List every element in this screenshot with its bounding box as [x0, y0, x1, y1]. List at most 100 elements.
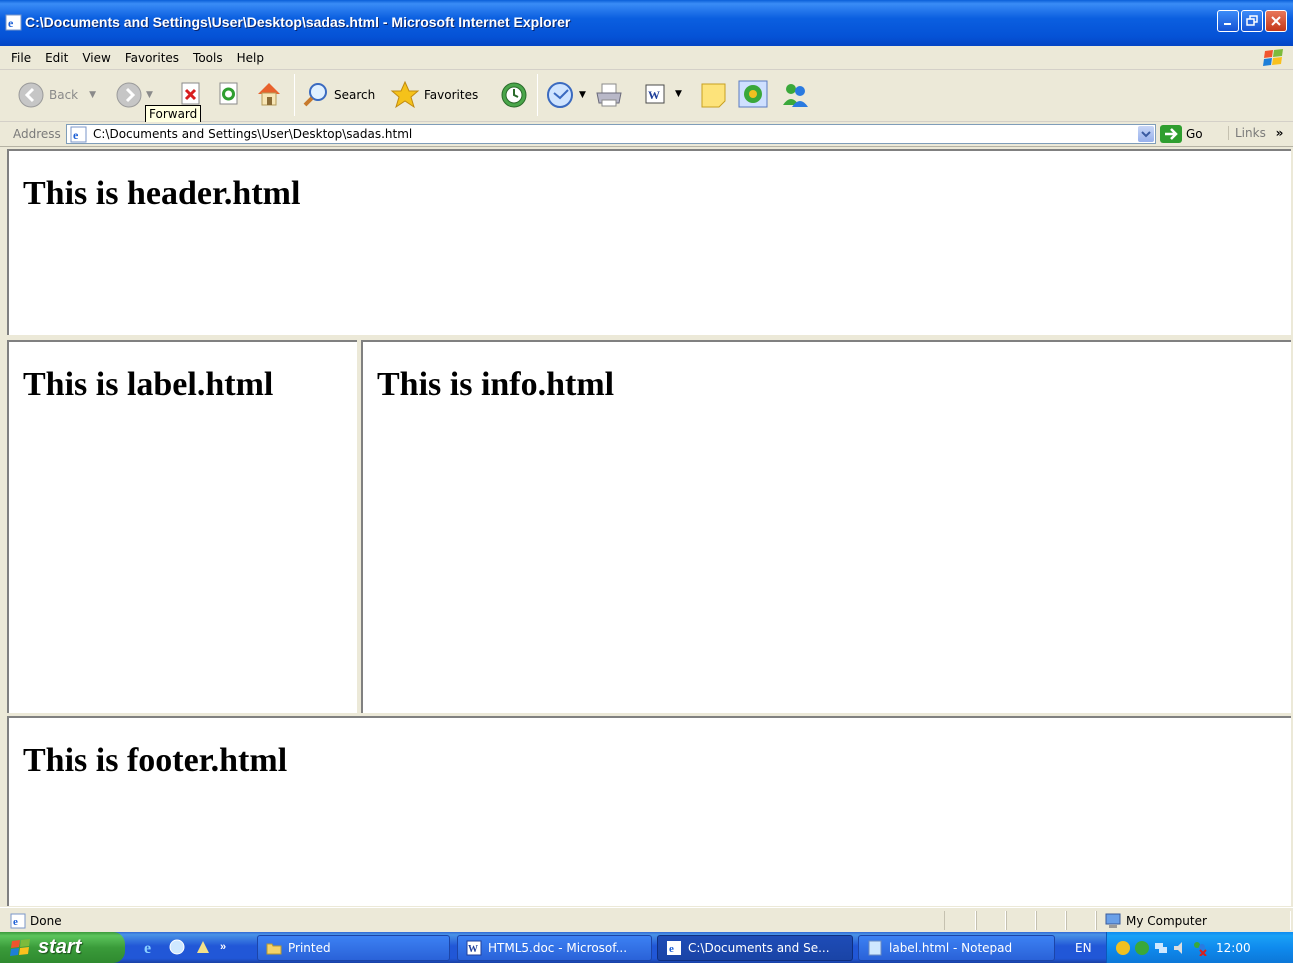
word-edit-icon: W [645, 84, 665, 104]
close-icon [1271, 16, 1281, 26]
back-label: Back [49, 88, 79, 102]
task-notepad[interactable]: label.html - Notepad [858, 935, 1055, 961]
start-button[interactable]: start [0, 932, 125, 963]
menu-file[interactable]: File [4, 51, 38, 65]
page-icon: e [70, 126, 87, 143]
footer-frame: This is footer.html [7, 716, 1291, 906]
go-label: Go [1186, 127, 1203, 141]
start-label: start [38, 936, 82, 958]
menu-view[interactable]: View [75, 51, 117, 65]
restore-button[interactable] [1241, 10, 1263, 32]
restore-icon [1246, 15, 1258, 26]
svg-text:e: e [144, 940, 151, 956]
address-input[interactable] [93, 127, 1133, 141]
task-label: C:\Documents and Se... [688, 941, 830, 955]
header-heading: This is header.html [23, 175, 301, 212]
app-quicklaunch-icon[interactable] [194, 938, 212, 956]
clock[interactable]: 12:00 [1216, 941, 1251, 955]
window-title: C:\Documents and Settings\User\Desktop\s… [25, 14, 571, 30]
messenger-icon[interactable] [780, 81, 810, 109]
ie-task-icon: e [667, 941, 681, 955]
refresh-icon[interactable] [218, 82, 240, 106]
task-label: label.html - Notepad [889, 941, 1013, 955]
svg-text:W: W [648, 88, 660, 102]
status-pane [1066, 911, 1096, 930]
address-label: Address [13, 127, 61, 141]
menu-tools[interactable]: Tools [186, 51, 230, 65]
messenger-tray-icon[interactable] [1191, 940, 1207, 956]
minimize-icon [1224, 23, 1231, 25]
frameset: This is header.html This is label.html T… [0, 147, 1293, 906]
task-printed[interactable]: Printed [257, 935, 450, 961]
menu-help[interactable]: Help [230, 51, 271, 65]
menu-favorites[interactable]: Favorites [118, 51, 186, 65]
favorites-label: Favorites [424, 88, 479, 102]
status-text: Done [30, 914, 62, 928]
mail-icon [547, 82, 573, 108]
label-frame: This is label.html [7, 340, 357, 713]
minimize-button[interactable] [1217, 10, 1239, 32]
forward-arrow-icon [116, 82, 142, 108]
network-icon[interactable] [1153, 940, 1169, 956]
links-label: Links [1235, 126, 1266, 140]
security-zone[interactable]: My Computer [1104, 913, 1207, 929]
stop-icon[interactable] [180, 82, 202, 106]
ie-quicklaunch-icon[interactable]: e [142, 938, 160, 956]
toolbar-separator [537, 74, 538, 116]
header-frame: This is header.html [7, 149, 1291, 335]
menu-edit[interactable]: Edit [38, 51, 75, 65]
info-heading: This is info.html [377, 366, 615, 403]
edit-button[interactable]: W ▼ [644, 83, 682, 105]
svg-text:e: e [13, 916, 18, 928]
ie-page-icon[interactable]: e [5, 14, 22, 31]
footer-heading: This is footer.html [23, 742, 288, 779]
word-icon: W [466, 940, 482, 956]
go-arrow-icon [1160, 125, 1182, 143]
address-bar: Address e Go Links » [0, 122, 1293, 147]
back-dropdown-icon[interactable]: ▼ [89, 90, 96, 100]
menu-bar: File Edit View Favorites Tools Help [0, 46, 1293, 70]
language-indicator[interactable]: EN [1075, 941, 1092, 955]
favorites-star-icon [390, 80, 420, 109]
volume-icon[interactable] [1172, 940, 1188, 956]
mail-button[interactable]: ▼ [546, 81, 586, 109]
print-icon[interactable] [594, 81, 624, 109]
browser-quicklaunch-icon[interactable] [168, 938, 186, 956]
my-computer-icon [1105, 913, 1121, 928]
system-tray: 12:00 [1106, 932, 1293, 963]
search-button[interactable]: Search [302, 82, 375, 108]
page-done-icon: e [10, 913, 26, 929]
tray-icon-1[interactable] [1115, 940, 1131, 956]
svg-text:e: e [8, 16, 14, 30]
tray-icon-2[interactable] [1134, 940, 1150, 956]
address-dropdown-button[interactable] [1138, 126, 1154, 142]
sticky-note-icon[interactable] [700, 81, 728, 109]
status-pane [1006, 911, 1036, 930]
links-button[interactable]: Links » [1228, 126, 1283, 140]
zone-label: My Computer [1126, 914, 1207, 928]
close-button[interactable] [1265, 10, 1287, 32]
back-button[interactable]: Back ▼ [18, 82, 96, 108]
svg-text:e: e [669, 943, 674, 955]
task-ie[interactable]: e C:\Documents and Se... [657, 935, 853, 961]
history-icon[interactable] [500, 81, 528, 109]
info-frame: This is info.html [361, 340, 1291, 713]
icq-icon[interactable] [738, 80, 768, 108]
chevron-down-icon [1141, 131, 1151, 138]
windows-logo-icon [1263, 49, 1283, 66]
status-pane [976, 911, 1006, 930]
chevron-expand-icon[interactable]: » [220, 941, 226, 953]
task-label: Printed [288, 941, 331, 955]
home-icon[interactable] [255, 80, 283, 108]
address-field[interactable]: e [66, 124, 1156, 144]
mail-dropdown-icon[interactable]: ▼ [579, 90, 586, 100]
search-label: Search [334, 88, 376, 102]
favorites-button[interactable]: Favorites [390, 80, 478, 110]
forward-dropdown-icon[interactable]: ▼ [146, 90, 153, 100]
go-button[interactable]: Go [1160, 125, 1203, 143]
standard-toolbar: Back ▼ ▼ Search Favorites ▼ W ▼ Forward [0, 70, 1293, 123]
edit-dropdown-icon[interactable]: ▼ [675, 89, 682, 99]
title-bar[interactable]: e C:\Documents and Settings\User\Desktop… [0, 0, 1293, 46]
task-label: HTML5.doc - Microsof... [488, 941, 628, 955]
task-word[interactable]: W HTML5.doc - Microsof... [457, 935, 652, 961]
